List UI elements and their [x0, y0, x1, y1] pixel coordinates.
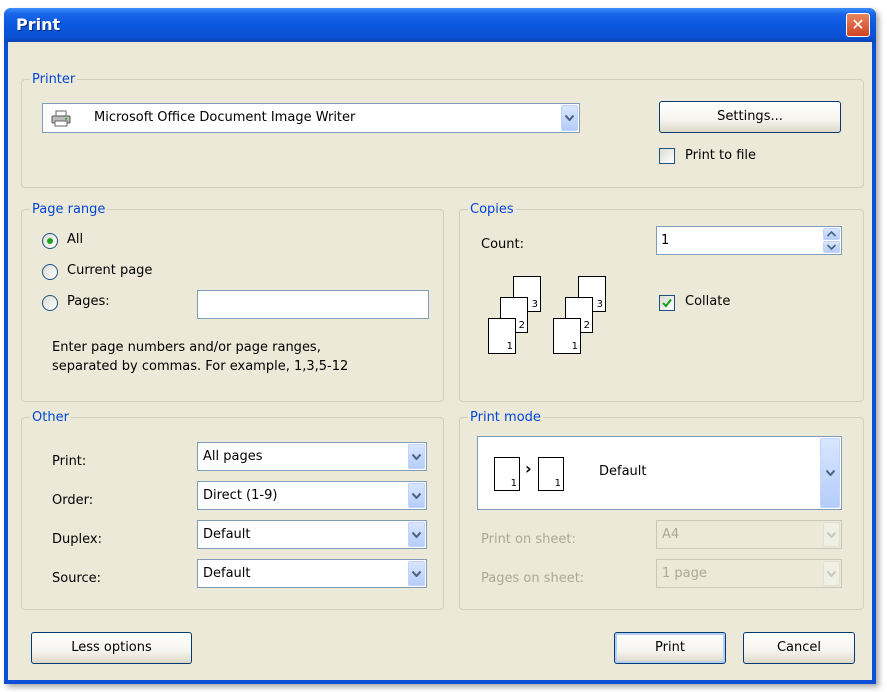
checkmark-icon	[662, 298, 672, 308]
chevron-down-icon	[827, 531, 836, 538]
printer-dropdown-button[interactable]	[561, 105, 578, 131]
print-on-sheet-value: A4	[662, 527, 680, 542]
chevron-down-icon	[826, 470, 835, 476]
print-mode-dropdown-button[interactable]	[820, 438, 840, 508]
chevron-down-icon	[412, 531, 421, 538]
other-order-label: Order:	[52, 493, 94, 508]
less-options-label: Less options	[71, 640, 152, 655]
collate-illustration: 3 2 1 3 2 1	[474, 276, 614, 366]
print-on-sheet-label: Print on sheet:	[481, 532, 576, 547]
printer-name: Microsoft Office Document Image Writer	[94, 110, 356, 125]
print-pages-value: All pages	[203, 449, 263, 464]
print-on-sheet-dropdown-button[interactable]	[823, 522, 840, 547]
chevron-down-icon	[565, 115, 574, 121]
other-duplex-label: Duplex:	[52, 532, 102, 547]
count-value: 1	[661, 233, 670, 248]
copies-legend: Copies	[470, 202, 514, 217]
other-source-label: Source:	[52, 571, 102, 586]
less-options-button[interactable]: Less options	[31, 632, 192, 664]
count-down-button[interactable]	[823, 241, 840, 253]
radio-all-label: All	[67, 232, 84, 247]
settings-button-label: Settings...	[717, 109, 783, 124]
pages-on-sheet-label: Pages on sheet:	[481, 571, 585, 586]
print-mode-value: Default	[599, 464, 647, 479]
collate-checkbox[interactable]	[659, 295, 675, 311]
print-to-file-label: Print to file	[685, 148, 757, 163]
print-mode-select[interactable]: 1 › 1 Default	[477, 436, 842, 510]
collate-label: Collate	[685, 294, 731, 309]
print-mode-page-a: 1	[494, 457, 520, 491]
print-on-sheet-select[interactable]: A4	[656, 520, 842, 549]
print-dialog: Print ✕ Printer Microsoft Office Documen…	[4, 8, 876, 684]
pages-on-sheet-select[interactable]: 1 page	[656, 559, 842, 588]
count-label: Count:	[481, 237, 524, 252]
other-print-label: Print:	[52, 454, 87, 469]
print-button-label: Print	[655, 640, 685, 655]
count-up-button[interactable]	[823, 228, 840, 240]
chevron-down-icon	[827, 570, 836, 577]
chevron-down-icon	[412, 453, 421, 460]
close-icon: ✕	[851, 15, 865, 34]
count-spinner[interactable]: 1	[656, 226, 842, 255]
title-bar[interactable]: Print ✕	[4, 8, 876, 42]
order-dropdown-button[interactable]	[408, 483, 425, 508]
radio-pages[interactable]	[42, 295, 58, 311]
chevron-down-icon	[412, 570, 421, 577]
print-pages-dropdown-button[interactable]	[408, 444, 425, 469]
other-legend: Other	[32, 410, 69, 425]
printer-icon	[51, 110, 71, 131]
window-title: Print	[16, 15, 61, 34]
settings-button[interactable]: Settings...	[659, 101, 841, 133]
close-button[interactable]: ✕	[846, 13, 870, 37]
print-pages-select[interactable]: All pages	[197, 442, 427, 471]
pages-on-sheet-dropdown-button[interactable]	[823, 561, 840, 586]
source-dropdown-button[interactable]	[408, 561, 425, 586]
dialog-body: Printer Microsoft Office Document Image …	[8, 42, 872, 680]
duplex-dropdown-button[interactable]	[408, 522, 425, 547]
collate-page-1b: 1	[553, 318, 581, 354]
order-value: Direct (1-9)	[203, 488, 278, 503]
print-to-file-checkbox[interactable]	[659, 148, 675, 164]
radio-all[interactable]	[42, 233, 58, 249]
duplex-value: Default	[203, 527, 251, 542]
pages-on-sheet-value: 1 page	[662, 566, 707, 581]
print-button[interactable]: Print	[614, 632, 726, 664]
radio-selected-dot	[47, 238, 53, 244]
chevron-down-icon	[412, 492, 421, 499]
radio-pages-label: Pages:	[67, 294, 110, 309]
order-select[interactable]: Direct (1-9)	[197, 481, 427, 510]
print-mode-page-b: 1	[538, 457, 564, 491]
print-mode-legend: Print mode	[470, 410, 541, 425]
printer-select[interactable]: Microsoft Office Document Image Writer	[42, 103, 580, 133]
radio-current-page-label: Current page	[67, 263, 153, 278]
printer-group-legend: Printer	[32, 72, 76, 87]
source-value: Default	[203, 566, 251, 581]
arrow-up-icon	[827, 231, 836, 237]
page-range-legend: Page range	[32, 202, 106, 217]
cancel-button[interactable]: Cancel	[743, 632, 855, 664]
print-mode-arrow: ›	[525, 459, 532, 478]
duplex-select[interactable]: Default	[197, 520, 427, 549]
cancel-button-label: Cancel	[776, 640, 822, 655]
arrow-down-icon	[827, 244, 836, 250]
page-range-hint-line1: Enter page numbers and/or page ranges,	[52, 340, 321, 355]
collate-page-1a: 1	[488, 318, 516, 354]
page-range-hint-line2: separated by commas. For example, 1,3,5-…	[52, 359, 349, 374]
radio-current-page[interactable]	[42, 264, 58, 280]
source-select[interactable]: Default	[197, 559, 427, 588]
pages-input[interactable]	[197, 290, 429, 319]
